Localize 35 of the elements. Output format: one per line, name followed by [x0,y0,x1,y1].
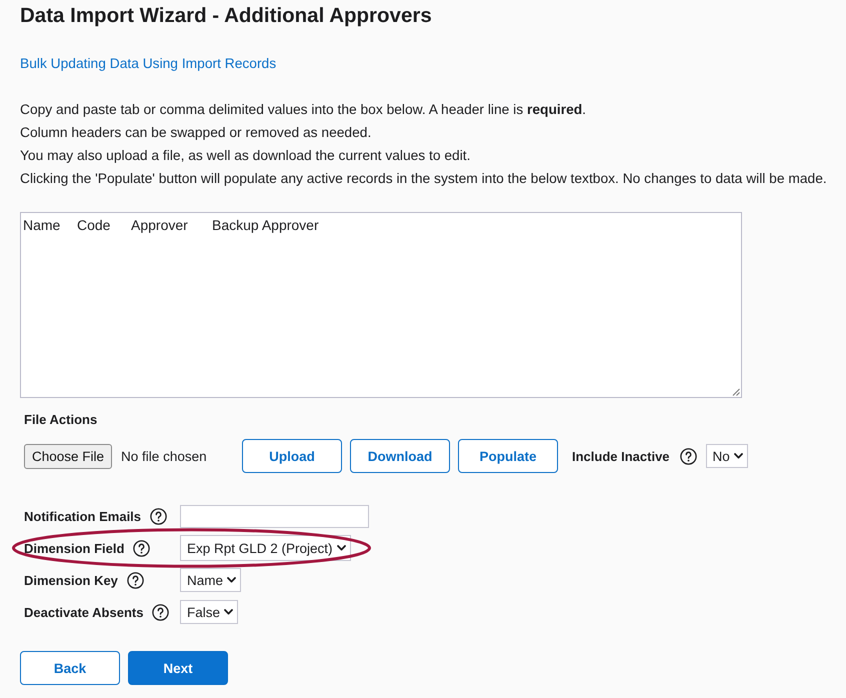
field-label: Dimension Key [24,572,118,588]
instruction-text: Column headers can be swapped or removed as needed. [20,124,372,142]
field-label: Include Inactive [572,448,670,464]
action-button[interactable]: Populate [458,439,558,473]
help-icon[interactable] [680,448,697,464]
select-field[interactable]: False [180,600,238,624]
action-button[interactable]: Upload [242,439,342,473]
select-field[interactable]: Name [180,568,242,592]
next-button[interactable]: Next [128,651,228,685]
action-button[interactable]: Download [350,439,450,473]
field-label: Deactivate Absents [24,604,144,620]
field-label: Dimension Field [24,540,124,556]
field-label: Notification Emails [24,508,142,524]
help-icon[interactable] [152,604,170,620]
page-title: Data Import Wizard - Additional Approvers [20,4,432,28]
instruction-text: You may also upload a file, as well as download the current values to edit. [20,147,470,165]
text-input-field[interactable] [180,504,369,528]
choose-file-button[interactable]: Choose File [24,444,112,468]
import-textarea[interactable]: Name Code Approver Backup Approver [20,212,742,398]
resize-grip-icon[interactable] [732,388,740,396]
help-icon[interactable] [133,540,150,556]
section-label: File Actions [24,411,98,429]
select-field[interactable]: Exp Rpt GLD 2 (Project) [180,535,351,561]
instruction-text: Copy and paste tab or comma delimited values into the box below. A header line is required. [20,101,586,119]
chevron-down-icon [227,577,236,583]
chevron-down-icon [336,545,346,551]
select-field[interactable]: No [706,444,748,468]
help-link[interactable]: Bulk Updating Data Using Import Records [20,56,276,71]
help-icon[interactable] [126,572,144,588]
help-icon[interactable] [150,508,168,524]
file-status-text: No file chosen [121,448,207,464]
chevron-down-icon [734,453,743,459]
chevron-down-icon [224,609,234,615]
instruction-text: Clicking the 'Populate' button will populate any active records in the system into the below textbox. No changes to data will be made. [20,170,827,188]
back-button[interactable]: Back [20,651,120,685]
